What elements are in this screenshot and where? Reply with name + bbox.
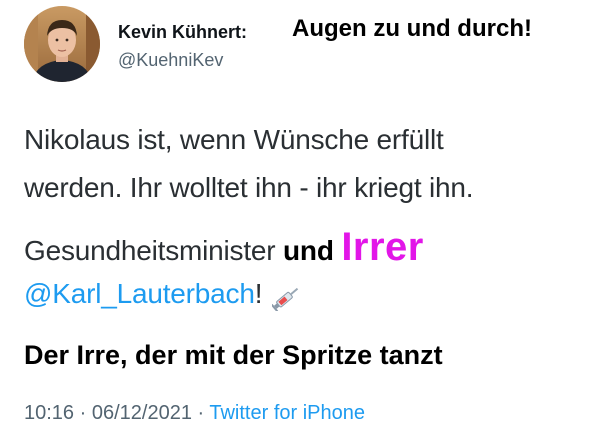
- avatar-image: [24, 6, 100, 82]
- tweet-time[interactable]: 10:16: [24, 402, 74, 424]
- caption-bottom: Der Irre, der mit der Spritze tanzt: [24, 340, 443, 370]
- display-name[interactable]: Kevin Kühnert:: [118, 22, 247, 43]
- mention-suffix: !: [254, 278, 263, 309]
- meta-separator: ·: [74, 402, 92, 424]
- tweet-line-2: werden. Ihr wolltet ihn - ihr kriegt ihn…: [24, 172, 474, 203]
- tweet-line-3: Gesundheitsminister und Irrer: [24, 225, 424, 270]
- tweet-line-1: Nikolaus ist, wenn Wünsche erfüllt: [24, 124, 444, 155]
- user-handle[interactable]: @KuehniKev: [118, 50, 223, 71]
- syringe-icon: [271, 281, 304, 312]
- tweet-line-3-prefix: Gesundheitsminister: [24, 235, 284, 266]
- tweet-line-4: @Karl_Lauterbach!: [24, 278, 304, 312]
- avatar[interactable]: [24, 6, 100, 82]
- mention-link[interactable]: @Karl_Lauterbach: [24, 278, 255, 309]
- caption-top: Augen zu und durch!: [292, 15, 532, 42]
- meta-separator: ·: [191, 402, 210, 424]
- tweet-meta: 10:16 · 06/12/2021 · Twitter for iPhone: [24, 402, 365, 425]
- inline-caption-highlight: Irrer: [341, 225, 424, 269]
- tweet-source-link[interactable]: Twitter for iPhone: [209, 402, 365, 424]
- tweet-date[interactable]: 06/12/2021: [92, 402, 192, 424]
- inline-caption-bold: und: [283, 235, 342, 266]
